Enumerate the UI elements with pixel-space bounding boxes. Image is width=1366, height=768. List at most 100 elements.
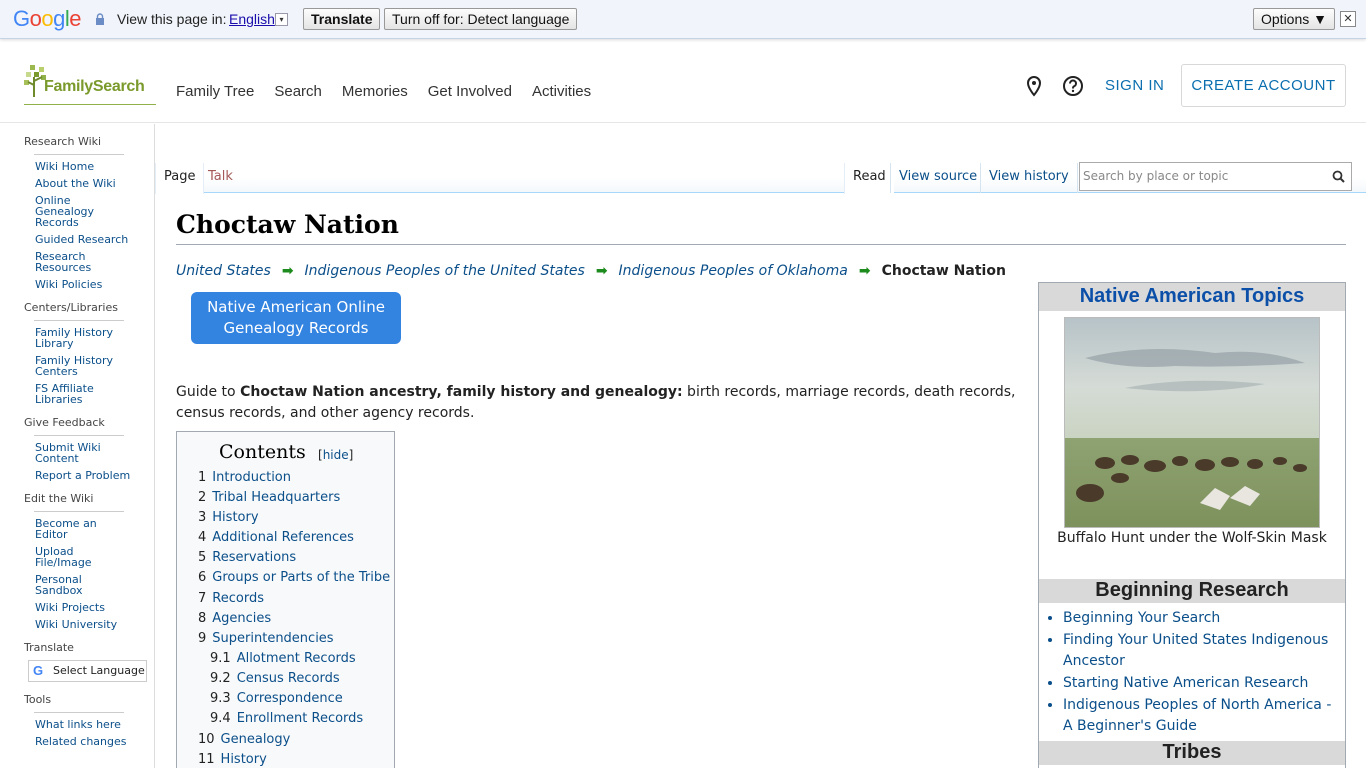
sidebar-item-about-wiki[interactable]: About the Wiki [35, 178, 132, 189]
toc-list: 1 Introduction 2 Tribal Headquarters 3 Histor… [198, 468, 390, 768]
toc-item[interactable]: 10 Genealogy [198, 730, 390, 750]
tab-page[interactable]: Page [155, 163, 205, 194]
toc-item[interactable]: 4 Additional References [198, 528, 390, 548]
toc-link[interactable]: Allotment Records [237, 651, 356, 666]
sidebar-item-affiliate-libraries[interactable]: FS Affiliate Libraries [35, 383, 132, 405]
toc-link[interactable]: Census Records [237, 671, 340, 686]
sidebar-item-submit-content[interactable]: Submit Wiki Content [35, 442, 132, 464]
toc-item[interactable]: 9.4 Enrollment Records [198, 709, 390, 729]
sidebar-item-upload-file[interactable]: Upload File/Image [35, 546, 132, 568]
sidebar-item-research-resources[interactable]: Research Resources [35, 251, 132, 273]
language-link[interactable]: English [229, 11, 275, 27]
toc-link[interactable]: Correspondence [237, 691, 343, 706]
sidebar-item-related-changes[interactable]: Related changes [35, 736, 132, 747]
toc-item[interactable]: 11 History [198, 750, 390, 768]
divider [34, 435, 124, 436]
location-pin-icon[interactable] [1023, 75, 1045, 97]
tab-view-source[interactable]: View source [890, 163, 985, 193]
language-dropdown-arrow[interactable]: ▾ [275, 13, 288, 26]
native-american-records-button[interactable]: Native American Online Genealogy Records [191, 292, 401, 344]
toc-hide-link[interactable]: hide [323, 448, 349, 462]
toc-link[interactable]: History [221, 752, 267, 767]
toc-link[interactable]: Agencies [212, 611, 271, 626]
toc-item[interactable]: 3 History [198, 508, 390, 528]
intro-bold: Choctaw Nation ancestry, family history … [240, 384, 683, 400]
nav-activities[interactable]: Activities [532, 83, 591, 100]
toc-link[interactable]: Reservations [212, 550, 296, 565]
tab-view-history[interactable]: View history [980, 163, 1078, 193]
sidebar-heading: Give Feedback [24, 416, 105, 429]
site-header: FamilySearch Family Tree Search Memories… [0, 40, 1366, 123]
toc-link[interactable]: Records [212, 591, 264, 606]
turn-off-button[interactable]: Turn off for: Detect language [384, 8, 578, 30]
painting-image [1065, 318, 1319, 527]
sidebar-item-what-links-here[interactable]: What links here [35, 719, 132, 730]
list-item[interactable]: Finding Your United States Indigenous An… [1063, 630, 1341, 672]
bracket: ] [348, 448, 354, 462]
nav-memories[interactable]: Memories [342, 83, 408, 100]
toc-link[interactable]: Enrollment Records [237, 711, 364, 726]
list-item[interactable]: Starting Native American Research [1063, 673, 1341, 694]
toc-link[interactable]: Additional References [212, 530, 354, 545]
nav-get-involved[interactable]: Get Involved [428, 83, 512, 100]
toc-link[interactable]: Groups or Parts of the Tribe [212, 570, 390, 585]
tribes-heading: Tribes [1039, 741, 1345, 765]
sidebar-item-fh-centers[interactable]: Family History Centers [35, 355, 132, 377]
toc-item[interactable]: 9 Superintendencies [198, 629, 390, 649]
nav-search[interactable]: Search [274, 83, 322, 100]
sidebar-item-wiki-university[interactable]: Wiki University [35, 619, 132, 630]
toc-number: 9.1 [210, 650, 231, 666]
lock-icon [96, 13, 104, 25]
toc-item[interactable]: 9.1 Allotment Records [198, 649, 390, 669]
toc-item[interactable]: 2 Tribal Headquarters [198, 488, 390, 508]
toc-link[interactable]: Genealogy [221, 732, 291, 747]
breadcrumb-link[interactable]: United States [176, 263, 271, 279]
view-in-label: View this page in: [117, 11, 227, 27]
familysearch-logo[interactable]: FamilySearch [24, 63, 156, 105]
buffalo-hunt-painting[interactable] [1064, 317, 1320, 528]
logo-text: FamilySearch [44, 78, 145, 95]
toc-item[interactable]: 1 Introduction [198, 468, 390, 488]
toc-link[interactable]: History [212, 510, 258, 525]
search-input[interactable]: Search by place or topic [1079, 162, 1352, 191]
sidebar-section-tools: Tools What links here Related changes [0, 693, 154, 747]
translate-button[interactable]: Translate [303, 8, 381, 30]
breadcrumb-link[interactable]: Indigenous Peoples of Oklahoma [619, 263, 848, 279]
toc-item[interactable]: 8 Agencies [198, 609, 390, 629]
sidebar-item-wiki-policies[interactable]: Wiki Policies [35, 279, 132, 290]
breadcrumb-link[interactable]: Indigenous Peoples of the United States [305, 263, 585, 279]
sign-in-link[interactable]: SIGN IN [1105, 77, 1164, 94]
sidebar-item-personal-sandbox[interactable]: Personal Sandbox [35, 574, 132, 596]
sidebar-item-wiki-projects[interactable]: Wiki Projects [35, 602, 132, 613]
sidebar-item-wiki-home[interactable]: Wiki Home [35, 161, 132, 172]
create-account-button[interactable]: CREATE ACCOUNT [1181, 64, 1346, 107]
toc-item[interactable]: 9.2 Census Records [198, 669, 390, 689]
toc-link[interactable]: Introduction [212, 470, 291, 485]
toc-link[interactable]: Tribal Headquarters [212, 490, 340, 505]
nav-family-tree[interactable]: Family Tree [176, 83, 254, 100]
toc-item[interactable]: 5 Reservations [198, 548, 390, 568]
toc-link[interactable]: Superintendencies [212, 631, 333, 646]
options-button[interactable]: Options ▼ [1253, 8, 1335, 30]
close-icon[interactable]: ✕ [1340, 11, 1356, 27]
select-language-label: Select Language [53, 664, 145, 677]
sidebar-section-edit: Edit the Wiki Become an Editor Upload Fi… [0, 492, 154, 630]
toc-item[interactable]: 6 Groups or Parts of the Tribe [198, 568, 390, 588]
select-language-dropdown[interactable]: G Select Language [28, 660, 147, 682]
toc-item[interactable]: 9.3 Correspondence [198, 689, 390, 709]
toc-item[interactable]: 7 Records [198, 589, 390, 609]
sidebar-item-fh-library[interactable]: Family History Library [35, 327, 132, 349]
sidebar-item-guided-research[interactable]: Guided Research [35, 234, 132, 245]
tab-read[interactable]: Read [844, 163, 894, 194]
toc-number: 7 [198, 590, 207, 606]
list-item[interactable]: Beginning Your Search [1063, 608, 1341, 629]
help-icon[interactable] [1062, 75, 1084, 97]
list-item[interactable]: Indigenous Peoples of North America - A … [1063, 695, 1341, 737]
sidebar-item-online-records[interactable]: Online Genealogy Records [35, 195, 132, 228]
search-icon[interactable] [1332, 170, 1345, 183]
sidebar-item-report-problem[interactable]: Report a Problem [35, 470, 132, 481]
main-nav: Family Tree Search Memories Get Involved… [176, 83, 591, 100]
infobox-heading[interactable]: Native American Topics [1039, 283, 1345, 311]
tab-talk[interactable]: Talk [200, 163, 241, 193]
sidebar-item-become-editor[interactable]: Become an Editor [35, 518, 132, 540]
